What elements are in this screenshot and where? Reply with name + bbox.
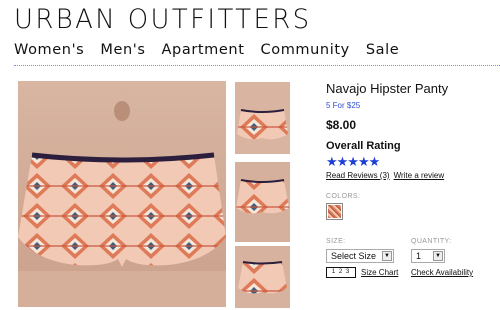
- ruler-icon[interactable]: 1 2 3: [326, 267, 356, 278]
- product-title: Navajo Hipster Panty: [326, 81, 449, 96]
- product-price: $8.00: [326, 118, 357, 132]
- brand-logo[interactable]: URBAN OUTFITTERS: [14, 4, 312, 35]
- chevron-down-icon: ▼: [433, 251, 443, 261]
- nav-item-mens[interactable]: Men's: [100, 42, 145, 58]
- quantity-select[interactable]: 1 ▼: [411, 249, 445, 263]
- check-availability-link[interactable]: Check Availability: [411, 268, 473, 277]
- main-nav: Women's Men's Apartment Community Sale: [14, 42, 399, 58]
- promo-text[interactable]: 5 For $25: [326, 101, 360, 110]
- quantity-select-value: 1: [416, 251, 422, 261]
- size-select[interactable]: Select Size ▼: [326, 249, 394, 263]
- rating-heading: Overall Rating: [326, 140, 401, 152]
- product-info: Navajo Hipster Panty 5 For $25 $8.00 Ove…: [326, 81, 496, 278]
- write-review-link[interactable]: Write a review: [394, 171, 445, 180]
- product-thumbnail[interactable]: [235, 246, 290, 308]
- product-thumbnail[interactable]: [235, 162, 290, 242]
- size-chart-link[interactable]: Size Chart: [361, 268, 398, 277]
- product-main-image[interactable]: [18, 81, 226, 307]
- review-links: Read Reviews (3) Write a review: [326, 171, 444, 180]
- colors-label: COLORS:: [326, 193, 361, 200]
- nav-divider: [14, 65, 500, 66]
- quantity-label: QUANTITY:: [411, 238, 452, 245]
- product-thumbnail[interactable]: [235, 82, 290, 154]
- read-reviews-link[interactable]: Read Reviews (3): [326, 171, 390, 180]
- rating-stars: ★★★★★: [326, 154, 380, 169]
- nav-item-apartment[interactable]: Apartment: [162, 42, 245, 58]
- swatch-pattern: [328, 205, 341, 218]
- nav-item-womens[interactable]: Women's: [14, 42, 84, 58]
- size-label: SIZE:: [326, 238, 346, 245]
- color-swatch[interactable]: [326, 203, 343, 220]
- size-select-value: Select Size: [331, 251, 377, 261]
- nav-item-sale[interactable]: Sale: [366, 42, 399, 58]
- chevron-down-icon: ▼: [382, 251, 392, 261]
- nav-item-community[interactable]: Community: [261, 42, 350, 58]
